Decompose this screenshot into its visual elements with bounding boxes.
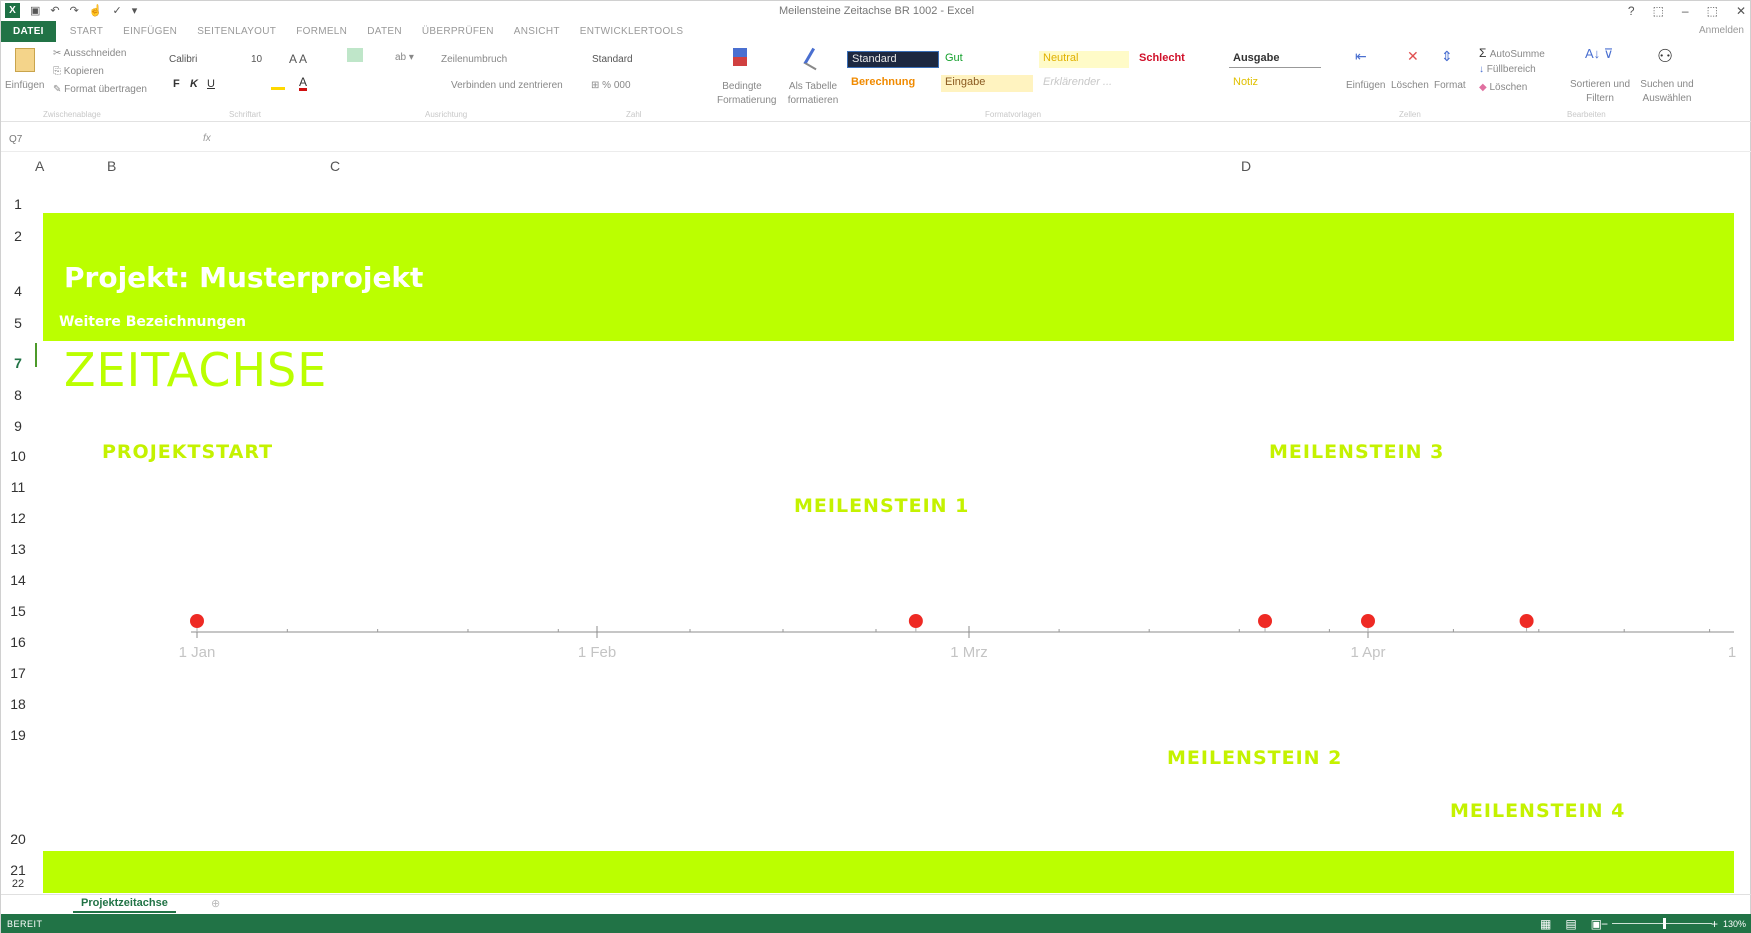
timeline-tick-label: 1 Jan [179,644,216,661]
timeline-tick-label: 1 Mrz [950,644,988,661]
status-ready: BEREIT [7,919,43,929]
timeline-chart: 1 Jan 1 Feb 1 Mrz 1 Apr 1 [179,614,1736,661]
zoom-slider-knob[interactable] [1663,918,1666,929]
timeline-tick-label: 1 Apr [1350,644,1385,661]
milestone-marker [190,614,204,628]
milestone-marker [908,614,923,628]
sheet-tab-projektzeitachse[interactable]: Projektzeitachse [73,895,176,913]
normal-view-icon[interactable]: ▦ [1540,917,1551,931]
timeline-tick-label: 1 [1728,644,1736,661]
timeline-tick-label: 1 Feb [578,644,616,661]
zoom-slider[interactable] [1612,923,1712,924]
add-sheet-icon[interactable]: ⊕ [211,897,220,910]
milestone-marker [1519,614,1534,628]
zoom-out-button[interactable]: − [1601,917,1608,931]
view-buttons: ▦ ▤ ▣ [1540,917,1602,931]
milestone-marker [1258,614,1273,628]
sheet-tab-bar: Projektzeitachse ⊕ [1,894,1751,914]
milestone-marker [1361,614,1375,628]
excel-window: X ▣ ↶ ↷ ☝ ✓ ▾ Meilensteine Zeitachse BR … [0,0,1751,933]
zoom-in-button[interactable]: + [1711,917,1718,931]
zoom-level[interactable]: 130% [1723,919,1746,929]
page-layout-view-icon[interactable]: ▤ [1565,917,1576,931]
status-bar: BEREIT ▦ ▤ ▣ − + 130% [1,914,1751,933]
footer-banner [43,851,1734,893]
